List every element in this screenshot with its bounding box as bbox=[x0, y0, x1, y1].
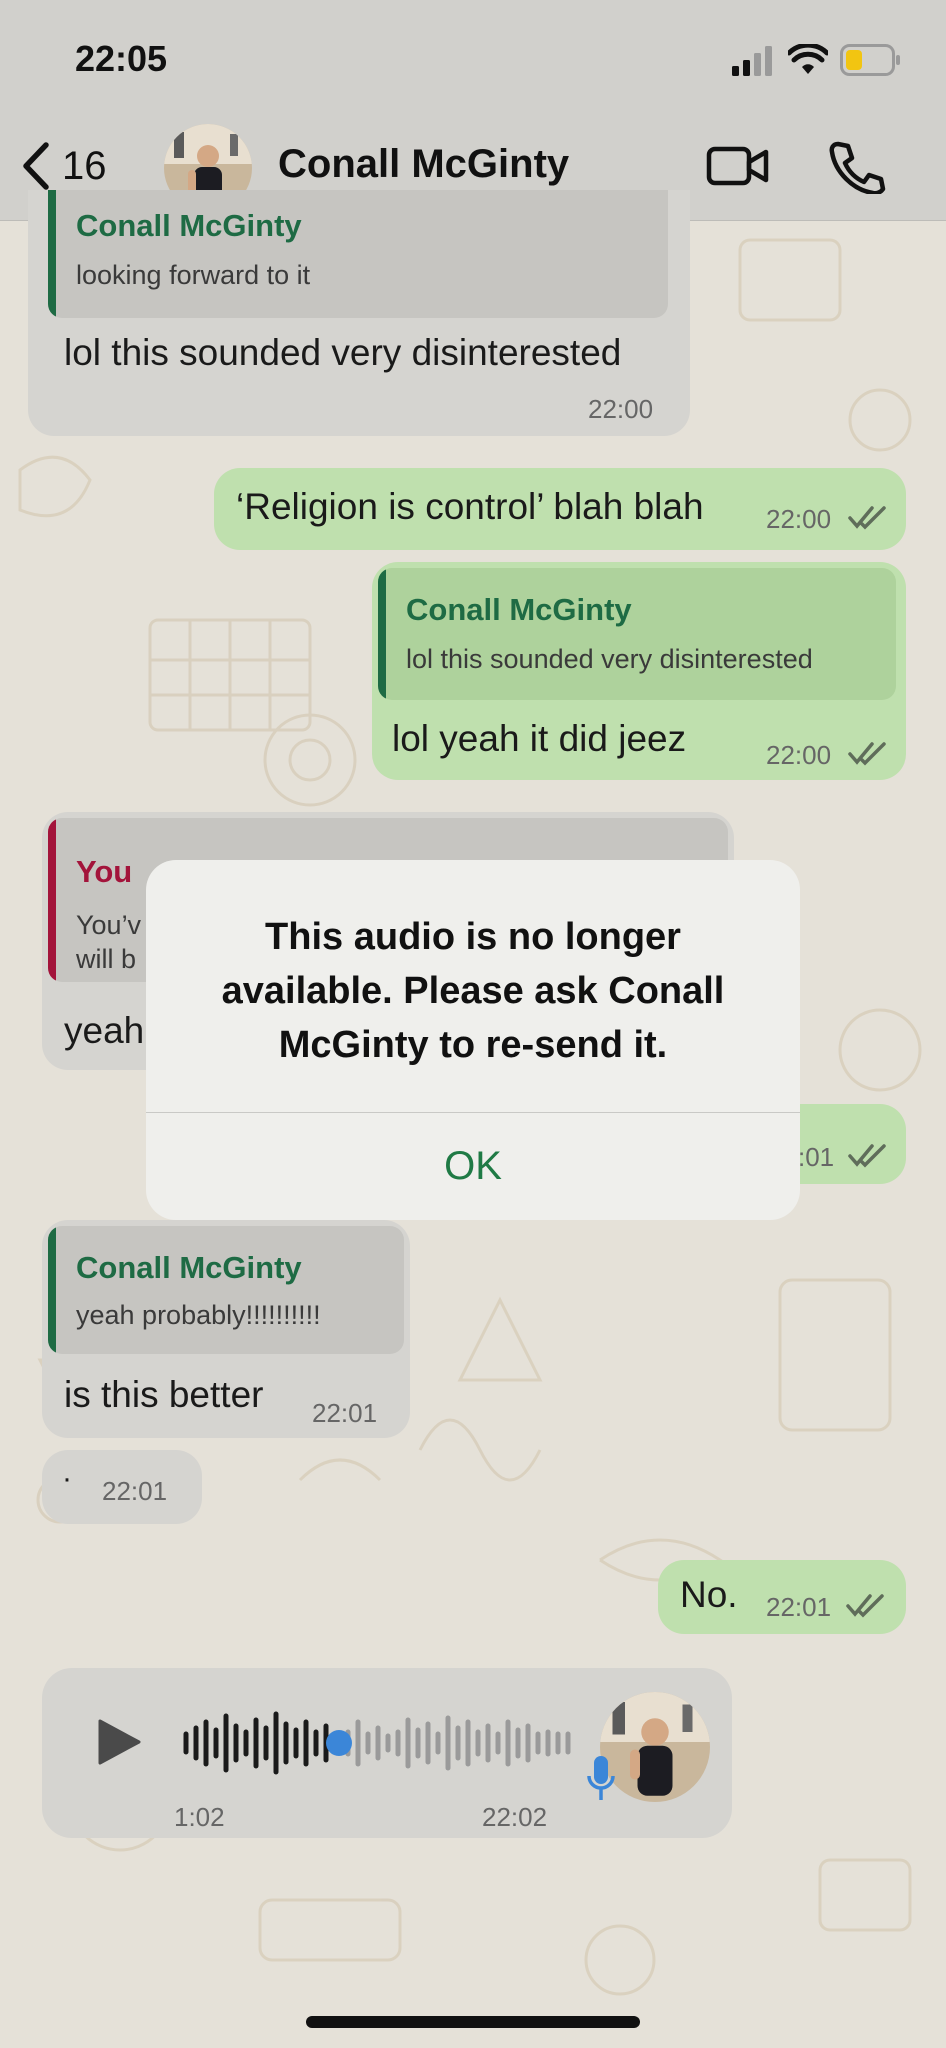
quoted-message[interactable]: Conall McGinty yeah probably!!!!!!!!!! bbox=[48, 1226, 404, 1354]
contact-name[interactable]: Conall McGinty bbox=[278, 142, 569, 187]
quote-bar bbox=[48, 1226, 56, 1354]
back-button[interactable]: 16 bbox=[18, 138, 138, 194]
quote-text-line: will b bbox=[76, 944, 137, 974]
message-incoming[interactable]: Conall McGinty yeah probably!!!!!!!!!! i… bbox=[42, 1220, 410, 1438]
quote-author: Conall McGinty bbox=[406, 592, 632, 627]
message-time: :01 bbox=[798, 1142, 835, 1172]
message-outgoing[interactable]: No. 22:01 bbox=[658, 1560, 906, 1634]
message-outgoing[interactable]: Conall McGinty lol this sounded very dis… bbox=[372, 562, 906, 780]
status-time: 22:05 bbox=[75, 38, 168, 79]
quoted-message[interactable]: Conall McGinty lol this sounded very dis… bbox=[378, 568, 896, 700]
message-time: 22:01 bbox=[766, 1592, 832, 1622]
message-text: · bbox=[62, 1462, 72, 1495]
message-incoming[interactable]: Conall McGinty looking forward to it lol… bbox=[28, 190, 690, 436]
home-indicator[interactable] bbox=[306, 2016, 640, 2028]
microphone-icon bbox=[587, 1756, 615, 1800]
status-bar: 22:05 bbox=[0, 0, 946, 110]
message-text: No. bbox=[680, 1574, 738, 1615]
playback-scrubber bbox=[326, 1730, 352, 1756]
message-time: 22:01 bbox=[312, 1398, 378, 1428]
quote-author: Conall McGinty bbox=[76, 208, 302, 243]
double-check-icon bbox=[848, 506, 886, 530]
quote-text-line: You’v bbox=[76, 910, 142, 940]
message-time: 22:00 bbox=[766, 740, 832, 770]
voice-duration: 1:02 bbox=[174, 1802, 225, 1832]
message-text: is this better bbox=[64, 1374, 264, 1415]
message-text: lol yeah it did jeez bbox=[392, 718, 687, 759]
message-text: lol this sounded very disinterested bbox=[64, 332, 622, 373]
quoted-message[interactable]: Conall McGinty looking forward to it bbox=[48, 190, 668, 318]
double-check-icon bbox=[846, 1594, 884, 1618]
message-time: 22:01 bbox=[102, 1476, 168, 1506]
video-camera-icon[interactable] bbox=[706, 138, 770, 194]
unread-count: 16 bbox=[62, 143, 107, 188]
message-time: 22:00 bbox=[766, 504, 832, 534]
message-time: 22:00 bbox=[588, 394, 654, 424]
ok-button[interactable]: OK bbox=[146, 1113, 800, 1220]
audio-waveform[interactable] bbox=[182, 1708, 602, 1778]
wifi-icon bbox=[788, 44, 828, 74]
message-incoming[interactable]: · 22:01 bbox=[42, 1450, 202, 1524]
message-text: ‘Religion is control’ blah blah bbox=[236, 486, 704, 527]
signal-icon bbox=[732, 46, 772, 76]
phone-icon[interactable] bbox=[824, 138, 888, 194]
quote-bar bbox=[48, 818, 56, 982]
quote-text: looking forward to it bbox=[76, 260, 311, 290]
quote-text: lol this sounded very disinterested bbox=[406, 644, 813, 674]
quote-author: You bbox=[76, 854, 133, 889]
double-check-icon bbox=[848, 742, 886, 766]
message-text: yeah bbox=[64, 1010, 145, 1051]
play-icon[interactable] bbox=[96, 1718, 142, 1766]
quote-bar bbox=[48, 190, 56, 318]
chevron-left-icon bbox=[23, 142, 49, 190]
double-check-icon bbox=[848, 1144, 886, 1168]
quote-text: yeah probably!!!!!!!!!! bbox=[76, 1300, 321, 1330]
voice-message[interactable]: 1:02 22:02 bbox=[42, 1668, 732, 1838]
dialog-message: This audio is no longer available. Pleas… bbox=[221, 916, 725, 1066]
quote-author: Conall McGinty bbox=[76, 1250, 302, 1285]
message-outgoing[interactable]: ‘Religion is control’ blah blah 22:00 bbox=[214, 468, 906, 550]
battery-icon bbox=[840, 44, 900, 76]
alert-dialog: This audio is no longer available. Pleas… bbox=[146, 860, 800, 1220]
voice-sender-avatar bbox=[600, 1692, 710, 1802]
voice-time: 22:02 bbox=[482, 1802, 548, 1832]
quote-bar bbox=[378, 568, 386, 700]
